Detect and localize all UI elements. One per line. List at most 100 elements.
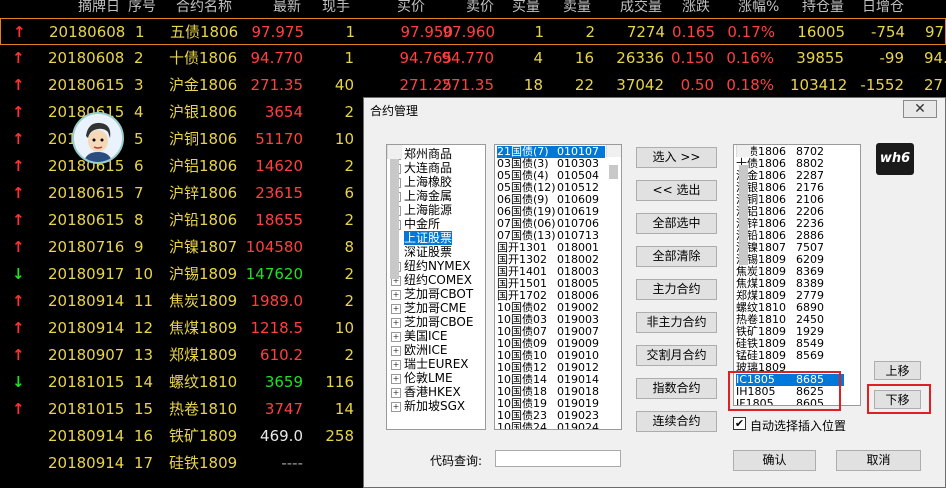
auto-insert-checkbox[interactable]: ✔ bbox=[733, 417, 746, 430]
column-header[interactable]: 涨幅% bbox=[738, 0, 779, 16]
list-item[interactable]: 10国债23 019023 bbox=[497, 410, 605, 422]
continuous-contract-button[interactable]: 连续合约 bbox=[636, 411, 717, 432]
tree-item[interactable]: + 芝加哥CME bbox=[387, 301, 466, 315]
dialog-titlebar[interactable]: 合约管理 ✕ bbox=[364, 98, 945, 122]
list-item[interactable]: 硅铁1809 8549 bbox=[736, 338, 844, 350]
list-item[interactable]: 焦煤1809 8389 bbox=[736, 278, 844, 290]
list-item[interactable]: 沪锌1806 2236 bbox=[736, 218, 844, 230]
column-header[interactable]: 最新 bbox=[273, 0, 301, 16]
cancel-button[interactable]: 取消 bbox=[836, 450, 921, 471]
contract-list-scrollbar[interactable] bbox=[606, 145, 621, 179]
column-header[interactable]: 日增仓 bbox=[862, 0, 904, 16]
tree-item[interactable]: + 欧洲ICE bbox=[387, 343, 448, 357]
delivery-month-button[interactable]: 交割月合约 bbox=[636, 345, 717, 366]
tree-item[interactable]: + 香港HKEX bbox=[387, 385, 461, 399]
list-item[interactable]: 10国债02 019002 bbox=[497, 302, 605, 314]
list-item[interactable]: 10国债19 019019 bbox=[497, 398, 605, 410]
tree-item[interactable]: + 瑞士EUREX bbox=[387, 357, 469, 371]
list-item[interactable]: 03国债(3) 010303 bbox=[497, 158, 605, 170]
main-contract-button[interactable]: 主力合约 bbox=[636, 279, 717, 300]
tree-item[interactable]: + 伦敦LME bbox=[387, 371, 453, 385]
list-item[interactable]: 10国债07 019007 bbox=[497, 326, 605, 338]
column-header[interactable]: 卖价 bbox=[466, 0, 494, 16]
list-item[interactable]: 国开1301 018001 bbox=[497, 242, 605, 254]
list-item[interactable]: 十债1806 8802 bbox=[736, 158, 844, 170]
move-up-button[interactable]: 上移 bbox=[874, 361, 921, 380]
avatar[interactable] bbox=[72, 112, 124, 164]
table-row[interactable]: ↑ 20180608 2 十债1806 94.770 1 94.765 94.770 4 16 26… bbox=[0, 45, 946, 72]
list-item[interactable]: 07国债(06) 010706 bbox=[497, 218, 605, 230]
list-item[interactable]: 焦炭1809 8369 bbox=[736, 266, 844, 278]
list-item[interactable]: 国开1302 018002 bbox=[497, 254, 605, 266]
tree-item[interactable]: + 新加坡SGX bbox=[387, 399, 465, 413]
expand-icon[interactable]: + bbox=[391, 360, 401, 370]
search-input[interactable] bbox=[495, 450, 621, 467]
list-item[interactable]: 螺纹1810 6890 bbox=[736, 302, 844, 314]
expand-icon[interactable]: + bbox=[391, 318, 401, 328]
column-header[interactable]: 买价 bbox=[397, 0, 425, 16]
remove-button[interactable]: << 选出 bbox=[636, 180, 717, 201]
expand-icon[interactable]: + bbox=[391, 374, 401, 384]
list-item[interactable]: 沪锡1809 6209 bbox=[736, 254, 844, 266]
expand-icon[interactable]: + bbox=[391, 332, 401, 342]
list-item[interactable]: 沪金1806 2287 bbox=[736, 170, 844, 182]
list-item[interactable]: 国开1501 018005 bbox=[497, 278, 605, 290]
list-item[interactable]: 国开1401 018003 bbox=[497, 266, 605, 278]
expand-icon[interactable]: + bbox=[391, 388, 401, 398]
table-row[interactable]: ↑ 20180608 1 五债1806 97.975 1 97.950 97.960 1 2 727… bbox=[0, 18, 946, 45]
contract-list[interactable]: 10国债24 019024 10国债23 019023 10国债19 019019 10国债… bbox=[494, 144, 622, 430]
sub-main-contract-button[interactable]: 非主力合约 bbox=[636, 312, 717, 333]
list-item[interactable]: 五债1806 8702 bbox=[736, 146, 844, 158]
list-item[interactable]: 06国债(9) 010609 bbox=[497, 194, 605, 206]
list-item[interactable]: 10国债18 019018 bbox=[497, 386, 605, 398]
expand-icon[interactable]: + bbox=[391, 402, 401, 412]
tree-item[interactable]: + 芝加哥CBOT bbox=[387, 287, 473, 301]
list-item[interactable]: 10国债10 019010 bbox=[497, 350, 605, 362]
column-header[interactable]: 摘牌日 bbox=[78, 0, 120, 16]
column-header[interactable]: 买量 bbox=[512, 0, 540, 16]
tree-item[interactable]: + 美国ICE bbox=[387, 329, 448, 343]
list-item[interactable]: 沪铜1806 2106 bbox=[736, 194, 844, 206]
list-item[interactable]: 铁矿1809 1929 bbox=[736, 326, 844, 338]
selected-list-scrollbar[interactable] bbox=[736, 145, 751, 265]
list-item[interactable]: 锰硅1809 8569 bbox=[736, 350, 844, 362]
list-item[interactable]: 05国债(12) 010512 bbox=[497, 182, 605, 194]
exchange-tree-scrollbar[interactable] bbox=[387, 145, 402, 279]
column-header[interactable]: 持仓量 bbox=[802, 0, 844, 16]
list-item[interactable]: 10国债12 019012 bbox=[497, 362, 605, 374]
expand-icon[interactable]: + bbox=[391, 346, 401, 356]
list-item[interactable]: 10国债24 019024 bbox=[497, 422, 605, 430]
list-item[interactable]: 郑煤1809 2779 bbox=[736, 290, 844, 302]
list-item[interactable]: 沪铅1806 2886 bbox=[736, 230, 844, 242]
table-row[interactable]: ↑ 20180615 3 沪金1806 271.35 40 271.25 271.35 18 22… bbox=[0, 72, 946, 99]
list-item[interactable]: 05国债(4) 010504 bbox=[497, 170, 605, 182]
column-header[interactable]: 合约名称 bbox=[176, 0, 232, 16]
list-item[interactable]: 21国债(7) 010107 bbox=[497, 146, 605, 158]
list-item[interactable]: 07国债(13) 010713 bbox=[497, 230, 605, 242]
column-header[interactable]: 现手 bbox=[322, 0, 350, 16]
list-item[interactable]: 沪铝1806 2206 bbox=[736, 206, 844, 218]
exchange-tree[interactable]: + 新加坡SGX + 香港HKEX + 伦敦LME + 瑞士EUREX + 欧洲ICE + 美国ICE… bbox=[386, 144, 486, 430]
column-header[interactable]: 卖量 bbox=[563, 0, 591, 16]
expand-icon[interactable]: + bbox=[391, 290, 401, 300]
clear-all-button[interactable]: 全部清除 bbox=[636, 246, 717, 267]
column-header[interactable]: 成交量 bbox=[620, 0, 662, 16]
list-item[interactable]: 沪银1806 2176 bbox=[736, 182, 844, 194]
index-contract-button[interactable]: 指数合约 bbox=[636, 378, 717, 399]
column-header[interactable]: 序号 bbox=[128, 0, 156, 16]
confirm-button[interactable]: 确认 bbox=[733, 450, 816, 471]
list-item[interactable]: 10国债03 019003 bbox=[497, 314, 605, 326]
list-item[interactable]: 10国债14 019014 bbox=[497, 374, 605, 386]
column-header[interactable]: 涨跌 bbox=[682, 0, 710, 16]
select-all-button[interactable]: 全部选中 bbox=[636, 213, 717, 234]
tree-item[interactable]: +纽约NYMEX bbox=[387, 259, 470, 273]
list-item[interactable]: 10国债09 019009 bbox=[497, 338, 605, 350]
expand-icon[interactable]: + bbox=[391, 304, 401, 314]
list-item[interactable]: 06国债(19) 010619 bbox=[497, 206, 605, 218]
close-button[interactable]: ✕ bbox=[903, 100, 937, 118]
list-item[interactable]: 沪镍1807 7507 bbox=[736, 242, 844, 254]
tree-item[interactable]: + 纽约COMEX bbox=[387, 273, 472, 287]
selected-contract-list[interactable]: IF1805 8605 IH1805 8625 IC1805 8685 玻璃1809 锰硅18… bbox=[733, 144, 861, 406]
list-item[interactable]: 国开1702 018006 bbox=[497, 290, 605, 302]
tree-item[interactable]: + 芝加哥CBOE bbox=[387, 315, 473, 329]
